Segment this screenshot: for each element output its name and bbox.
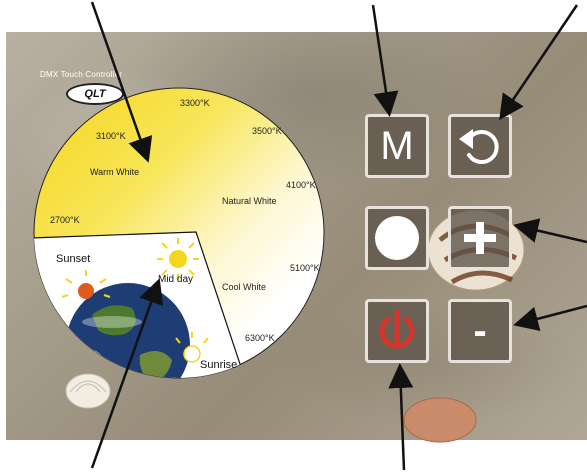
screenshot-frame: DMX Touch Controller QLT 3300°K 3500°K 3… (0, 0, 587, 472)
arrow-to-minus-button (513, 304, 587, 332)
arrow-to-mode-button (371, 4, 399, 117)
arrow-to-wheel (90, 1, 153, 163)
arrow-to-daycycle (90, 278, 164, 469)
annotation-arrows (90, 1, 587, 471)
arrow-to-plus-button (513, 218, 587, 244)
arrow-to-reset-button (499, 4, 579, 121)
arrow-to-power-button (388, 363, 414, 471)
